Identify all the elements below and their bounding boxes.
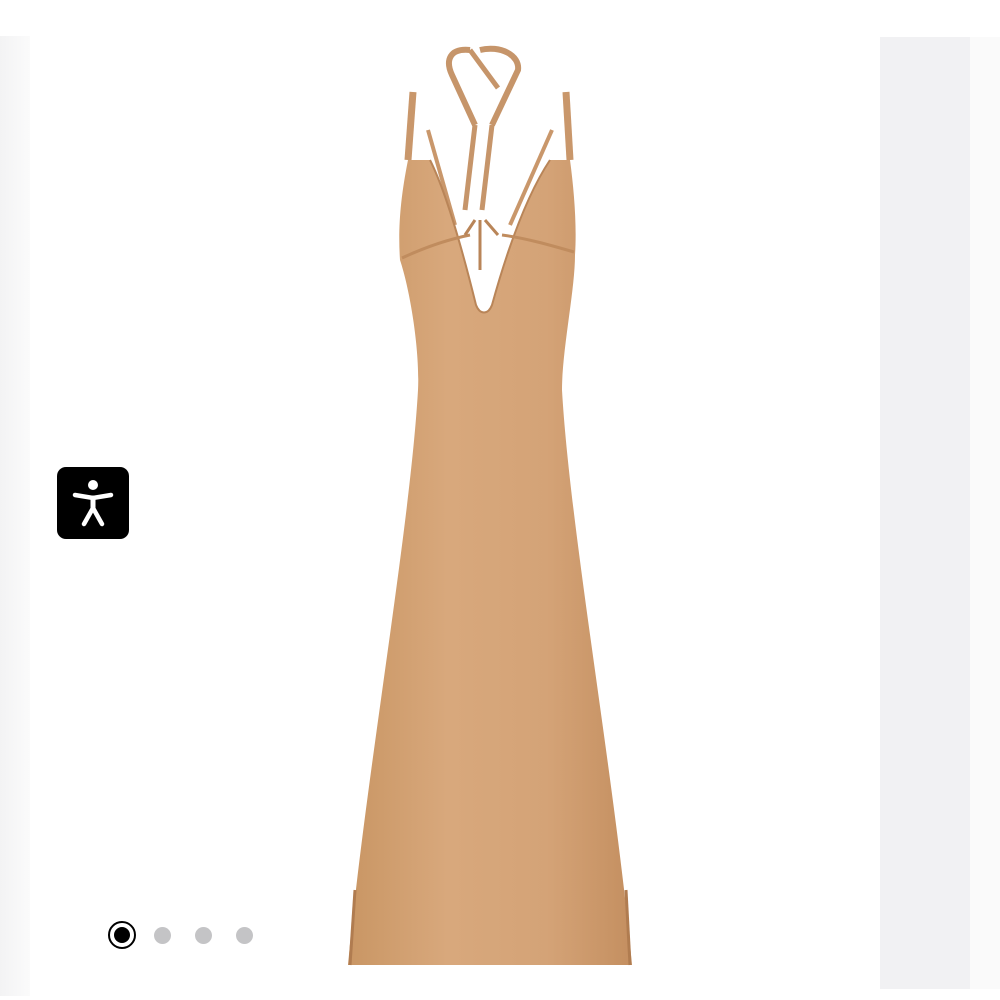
carousel-dot[interactable]	[154, 926, 171, 944]
right-edge	[970, 37, 1000, 989]
previous-slide-edge	[0, 36, 30, 996]
image-carousel[interactable]	[30, 0, 880, 1000]
carousel-dot[interactable]	[195, 926, 212, 944]
next-slide-peek[interactable]	[880, 37, 970, 989]
dress-product-image	[348, 45, 632, 966]
accessibility-person-icon	[72, 480, 114, 527]
carousel-pagination	[106, 918, 277, 952]
accessibility-button[interactable]	[57, 467, 129, 539]
carousel-dot[interactable]	[236, 926, 253, 944]
product-gallery-page	[0, 0, 1000, 1000]
carousel-dot-active[interactable]	[108, 921, 136, 949]
